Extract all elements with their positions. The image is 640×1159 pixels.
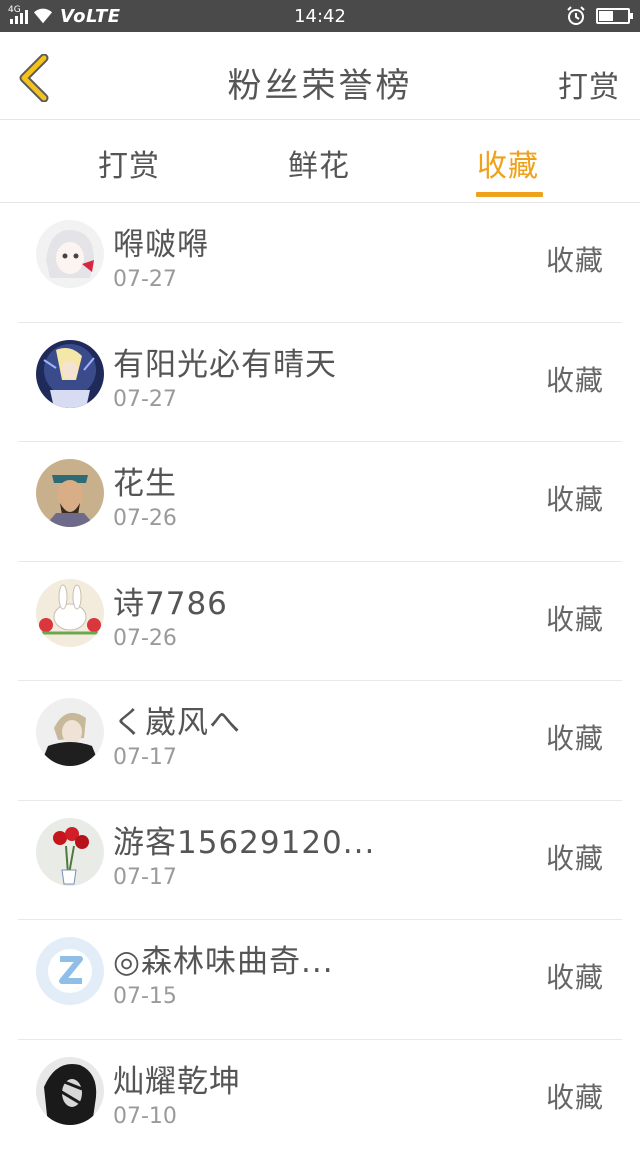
list-item[interactable]: 诗7786 07-26 收藏	[18, 562, 622, 682]
fan-name: 嘚啵嘚	[113, 219, 209, 264]
avatar	[36, 1057, 104, 1125]
list-item[interactable]: 游客15629120... 07-17 收藏	[18, 801, 622, 921]
fan-date: 07-17	[113, 745, 177, 770]
fan-name: 灿耀乾坤	[113, 1056, 241, 1101]
favorite-label: 收藏	[546, 837, 604, 877]
list-item[interactable]: く崴风へ 07-17 收藏	[18, 681, 622, 801]
alarm-icon	[566, 6, 586, 26]
list-item[interactable]: 有阳光必有晴天 07-27 收藏	[18, 323, 622, 443]
avatar	[36, 818, 104, 886]
active-tab-indicator	[476, 192, 543, 197]
favorite-label: 收藏	[546, 956, 604, 996]
favorite-label: 收藏	[546, 1076, 604, 1116]
avatar	[36, 698, 104, 766]
fan-date: 07-15	[113, 984, 177, 1009]
status-time: 14:42	[0, 6, 640, 27]
avatar	[36, 937, 104, 1005]
avatar	[36, 459, 104, 527]
favorite-label: 收藏	[546, 359, 604, 399]
fan-name: 游客15629120...	[113, 817, 375, 862]
tab-favorites[interactable]: 收藏	[477, 141, 539, 185]
fan-list: 嘚啵嘚 07-27 收藏 有阳光必有晴天 07-27 收藏	[0, 203, 640, 1159]
fan-name: 花生	[113, 458, 177, 503]
avatar	[36, 579, 104, 647]
avatar	[36, 340, 104, 408]
fan-date: 07-27	[113, 387, 177, 412]
battery-icon	[596, 8, 630, 24]
fan-name: 有阳光必有晴天	[113, 339, 337, 384]
status-right	[566, 0, 630, 32]
tab-tip[interactable]: 打赏	[98, 141, 160, 185]
list-item[interactable]: ◎森林味曲奇... 07-15 收藏	[18, 920, 622, 1040]
fan-name: ◎森林味曲奇...	[113, 936, 334, 981]
favorite-label: 收藏	[546, 239, 604, 279]
favorite-label: 收藏	[546, 478, 604, 518]
app-header: 粉丝荣誉榜 打赏	[0, 32, 640, 120]
fan-name: く崴风へ	[113, 697, 241, 742]
page-title: 粉丝荣誉榜	[0, 58, 640, 107]
fan-date: 07-26	[113, 626, 177, 651]
avatar	[36, 220, 104, 288]
favorite-label: 收藏	[546, 717, 604, 757]
tab-flowers[interactable]: 鲜花	[288, 141, 350, 185]
battery-fill	[599, 11, 613, 21]
list-item[interactable]: 嘚啵嘚 07-27 收藏	[18, 203, 622, 323]
list-item[interactable]: 花生 07-26 收藏	[18, 442, 622, 562]
fan-date: 07-26	[113, 506, 177, 531]
fan-name: 诗7786	[113, 578, 228, 623]
tip-button[interactable]: 打赏	[558, 62, 620, 106]
list-item[interactable]: 灿耀乾坤 07-10 收藏	[18, 1040, 622, 1159]
fan-date: 07-27	[113, 267, 177, 292]
status-bar: 4G VoLTE 14:42	[0, 0, 640, 32]
tab-bar: 打赏 鲜花 收藏	[0, 121, 640, 203]
favorite-label: 收藏	[546, 598, 604, 638]
fan-date: 07-17	[113, 865, 177, 890]
fan-date: 07-10	[113, 1104, 177, 1129]
